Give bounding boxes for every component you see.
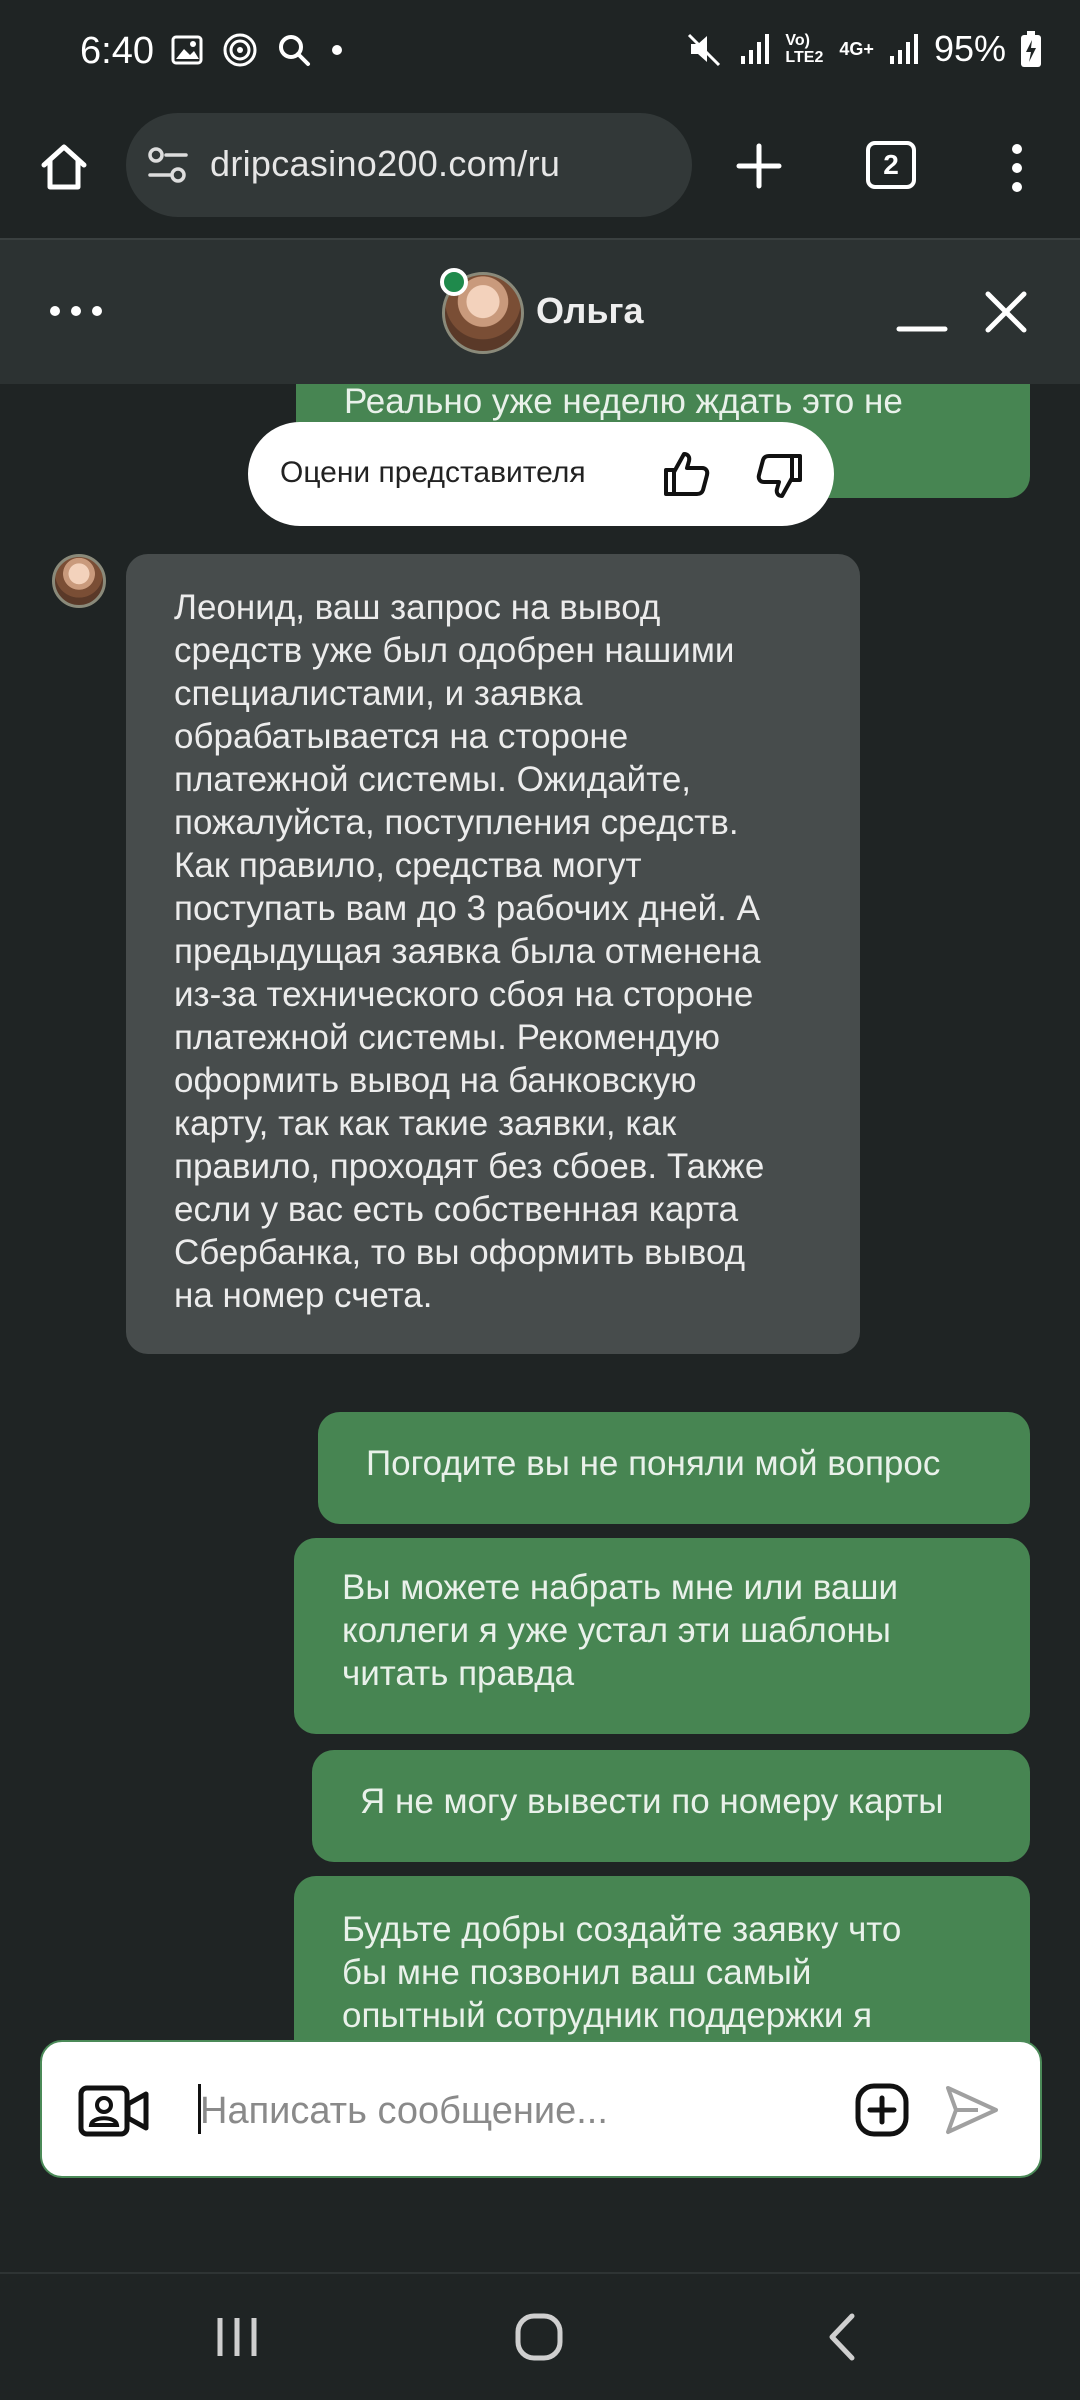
home-icon[interactable]	[38, 141, 90, 193]
home-button-icon[interactable]	[514, 2312, 564, 2362]
new-tab-icon[interactable]	[736, 143, 782, 189]
minimize-icon[interactable]	[896, 324, 948, 334]
network-type: 4G+	[839, 38, 874, 59]
dot-icon	[332, 45, 342, 55]
user-message: Я не могу вывести по номеру карты	[312, 1750, 1030, 1862]
user-message: Будьте добры создайте заявку что бы мне …	[294, 1876, 1030, 2044]
message-input[interactable]	[200, 2086, 720, 2136]
message-text: Леонид, ваш запрос на вывод средств уже …	[174, 588, 765, 1315]
battery-percent: 95%	[933, 28, 1006, 69]
chat-header: Ольга	[0, 238, 1080, 384]
message-composer	[40, 2040, 1042, 2178]
overflow-menu-icon[interactable]	[1007, 143, 1027, 193]
agent-name: Ольга	[536, 290, 644, 331]
agent-message-avatar	[52, 554, 106, 608]
message-text: Я не могу вывести по номеру карты	[360, 1782, 944, 1821]
image-icon	[171, 35, 203, 65]
signal-icon-2	[889, 34, 918, 64]
video-call-icon[interactable]	[78, 2084, 150, 2138]
rate-agent-label: Оцени представителя	[280, 456, 586, 489]
message-text: Погодите вы не поняли мой вопрос	[366, 1444, 941, 1483]
url-text[interactable]: dripcasino200.com/ru	[210, 143, 560, 185]
more-options-icon[interactable]	[48, 304, 104, 318]
send-icon[interactable]	[944, 2084, 1000, 2136]
close-icon[interactable]	[984, 290, 1028, 334]
signal-icon	[741, 34, 770, 64]
message-text: Вы можете набрать мне или ваши коллеги я…	[342, 1568, 899, 1693]
status-time: 6:40	[80, 30, 154, 72]
network-label: Vo) LTE2	[785, 32, 824, 66]
message-text: Реально уже неделю ждать это не	[344, 384, 903, 421]
tab-switcher-button[interactable]: 2	[866, 141, 916, 189]
search-status-icon	[279, 35, 310, 66]
recent-apps-icon[interactable]	[214, 2314, 260, 2360]
back-icon[interactable]	[826, 2312, 858, 2362]
status-bar: 6:40 Vo) LTE2 4G+ 95%	[0, 0, 1080, 105]
address-bar[interactable]: dripcasino200.com/ru	[126, 113, 692, 217]
user-message: Погодите вы не поняли мой вопрос	[318, 1412, 1030, 1524]
online-status-dot	[440, 268, 468, 296]
system-navigation-bar	[0, 2272, 1080, 2400]
battery-charging-icon	[1021, 31, 1041, 67]
user-message: Вы можете набрать мне или ваши коллеги я…	[294, 1538, 1030, 1734]
message-text: Будьте добры создайте заявку что бы мне …	[342, 1910, 902, 2035]
agent-message: Леонид, ваш запрос на вывод средств уже …	[126, 554, 860, 1354]
thumbs-up-icon[interactable]	[660, 448, 712, 500]
chat-message-list[interactable]: Реально уже неделю ждать это не Леонид, …	[0, 384, 1080, 2044]
attach-plus-icon[interactable]	[854, 2082, 910, 2138]
mute-icon	[688, 33, 721, 67]
browser-toolbar: dripcasino200.com/ru 2	[0, 105, 1080, 235]
site-settings-icon[interactable]	[146, 145, 190, 185]
rate-agent-popup: Оцени представителя	[248, 422, 834, 526]
thumbs-down-icon[interactable]	[754, 450, 806, 502]
spiral-icon	[223, 33, 257, 67]
